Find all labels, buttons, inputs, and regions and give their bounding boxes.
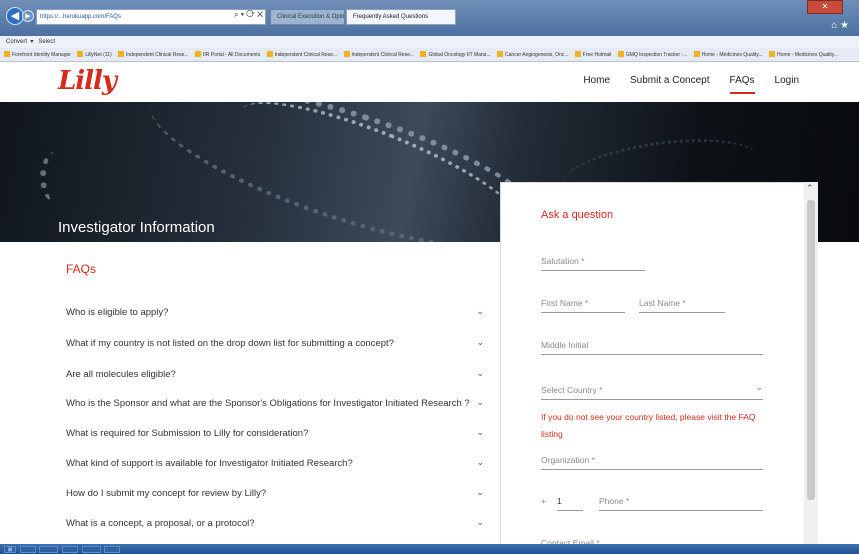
- site-header: Lilly Home Submit a Concept FAQs Login: [0, 62, 859, 102]
- select-button[interactable]: Select: [38, 39, 55, 45]
- faq-question[interactable]: What is a concept, a proposal, or a prot…: [66, 518, 255, 529]
- faq-question[interactable]: Who is eligible to apply?: [66, 307, 168, 318]
- home-star-icon[interactable]: ⌂ ★: [831, 20, 849, 31]
- taskbar-item[interactable]: [19, 546, 36, 553]
- favorite-link[interactable]: IIR Portal - All Documents: [194, 51, 260, 58]
- salutation-field[interactable]: Salutation *: [541, 256, 645, 271]
- country-select-value: Select Country *: [541, 385, 603, 395]
- scroll-up-icon[interactable]: ⌃: [806, 184, 814, 194]
- nav-login[interactable]: Login: [775, 75, 799, 94]
- faq-item[interactable]: How do I submit my concept for review by…: [66, 488, 484, 499]
- favorite-link[interactable]: LillyNet (11): [77, 51, 112, 58]
- command-bar: Convert ▾ Select: [0, 36, 859, 48]
- faq-question[interactable]: What is required for Submission to Lilly…: [66, 428, 308, 439]
- favorite-link[interactable]: GMQ Inspection Tracker -...: [617, 51, 687, 58]
- faq-question[interactable]: What kind of support is available for In…: [66, 458, 353, 469]
- faq-heading: FAQs: [66, 262, 97, 276]
- country-notice: If you do not see your country listed, p…: [541, 412, 756, 439]
- faq-item[interactable]: Are all molecules eligible? ⌄: [66, 369, 484, 380]
- chevron-down-icon[interactable]: ⌄: [476, 398, 484, 408]
- faq-item[interactable]: What kind of support is available for In…: [66, 458, 484, 469]
- taskbar-item[interactable]: [61, 546, 79, 553]
- convert-button[interactable]: Convert: [6, 39, 27, 45]
- window-close-icon[interactable]: ✕: [807, 0, 843, 14]
- favorite-link[interactable]: Independent Clinical Rese...: [266, 51, 337, 58]
- favorite-link[interactable]: Free Hotmail: [574, 51, 611, 58]
- faq-item[interactable]: What is a concept, a proposal, or a prot…: [66, 518, 484, 529]
- favorite-link[interactable]: Independent Clinical Rese...: [343, 51, 414, 58]
- browser-toolbar: ◀ ▶ https://...herokuapp.com/FAQs ⌕ ▾ ⟳ …: [0, 0, 859, 34]
- favorite-link[interactable]: Independent Clinical Rese...: [118, 51, 189, 58]
- chevron-down-icon[interactable]: ⌄: [476, 458, 484, 468]
- chevron-down-icon[interactable]: ⌄: [476, 488, 484, 498]
- faq-item[interactable]: Who is the Sponsor and what are the Spon…: [66, 398, 484, 409]
- scrollbar[interactable]: ⌃: [804, 182, 818, 554]
- chevron-down-icon: ⌄: [755, 383, 763, 393]
- forward-icon[interactable]: ▶: [22, 10, 34, 22]
- nav-faqs[interactable]: FAQs: [729, 75, 755, 94]
- favorite-link[interactable]: Forefront Identity Manager: [4, 51, 71, 58]
- chevron-down-icon[interactable]: ⌄: [476, 369, 484, 379]
- tab-clinical-execution[interactable]: Clinical Execution & Optimizat...: [270, 9, 345, 25]
- faq-item[interactable]: What is required for Submission to Lilly…: [66, 428, 484, 439]
- start-button[interactable]: ⊞: [4, 546, 17, 553]
- chevron-down-icon[interactable]: ⌄: [476, 338, 484, 348]
- favorite-link[interactable]: Cancer Angiogenesis, Onc...: [497, 51, 568, 58]
- faq-item[interactable]: What if my country is not listed on the …: [66, 338, 484, 349]
- address-bar[interactable]: https://...herokuapp.com/FAQs: [36, 9, 266, 25]
- faq-question[interactable]: How do I submit my concept for review by…: [66, 488, 266, 499]
- chevron-down-icon[interactable]: ⌄: [476, 428, 484, 438]
- nav-submit-concept[interactable]: Submit a Concept: [630, 75, 710, 94]
- last-name-field[interactable]: Last Name *: [639, 298, 725, 313]
- page-title: Investigator Information: [58, 219, 215, 236]
- phone-field[interactable]: Phone *: [599, 496, 763, 511]
- taskbar-item[interactable]: [81, 546, 101, 553]
- favorite-link[interactable]: Home - Medicines Quality...: [769, 51, 838, 58]
- favorites-bar: Forefront Identity Manager LillyNet (11)…: [0, 48, 859, 62]
- faq-question[interactable]: Are all molecules eligible?: [66, 369, 176, 380]
- taskbar-item[interactable]: [39, 546, 59, 553]
- chevron-down-icon[interactable]: ⌄: [476, 518, 484, 528]
- windows-taskbar: ⊞: [0, 544, 859, 554]
- lilly-logo[interactable]: Lilly: [58, 66, 117, 96]
- nav-home[interactable]: Home: [583, 75, 610, 94]
- ask-question-panel: Ask a question Salutation * First Name *…: [500, 182, 818, 554]
- scroll-thumb[interactable]: [807, 200, 815, 500]
- browser-chrome: ◀ ▶ https://...herokuapp.com/FAQs ⌕ ▾ ⟳ …: [0, 0, 859, 62]
- faq-question[interactable]: Who is the Sponsor and what are the Spon…: [66, 398, 470, 409]
- phone-prefix: +: [541, 496, 546, 506]
- taskbar-item[interactable]: [104, 546, 121, 553]
- faq-item[interactable]: Who is eligible to apply? ⌄: [66, 307, 484, 318]
- tab-faq[interactable]: Frequently Asked Questions: [346, 9, 456, 25]
- favorite-link[interactable]: Global Oncology IIT Mana...: [420, 51, 491, 58]
- top-navigation: Home Submit a Concept FAQs Login: [583, 75, 799, 94]
- phone-country-code[interactable]: 1: [557, 496, 583, 511]
- middle-initial-field[interactable]: Middle Initial: [541, 340, 763, 355]
- country-select[interactable]: Select Country * ⌄: [541, 383, 763, 400]
- first-name-field[interactable]: First Name *: [541, 298, 625, 313]
- favorite-link[interactable]: Home - Medicines Quality...: [693, 51, 763, 58]
- chevron-down-icon[interactable]: ⌄: [476, 307, 484, 317]
- organization-field[interactable]: Organization *: [541, 455, 763, 470]
- panel-title: Ask a question: [541, 209, 614, 221]
- dna-strand-image: [40, 152, 70, 202]
- faq-question[interactable]: What if my country is not listed on the …: [66, 338, 394, 349]
- address-tools-icon[interactable]: ⌕ ▾ ⟳ ✕: [234, 10, 263, 20]
